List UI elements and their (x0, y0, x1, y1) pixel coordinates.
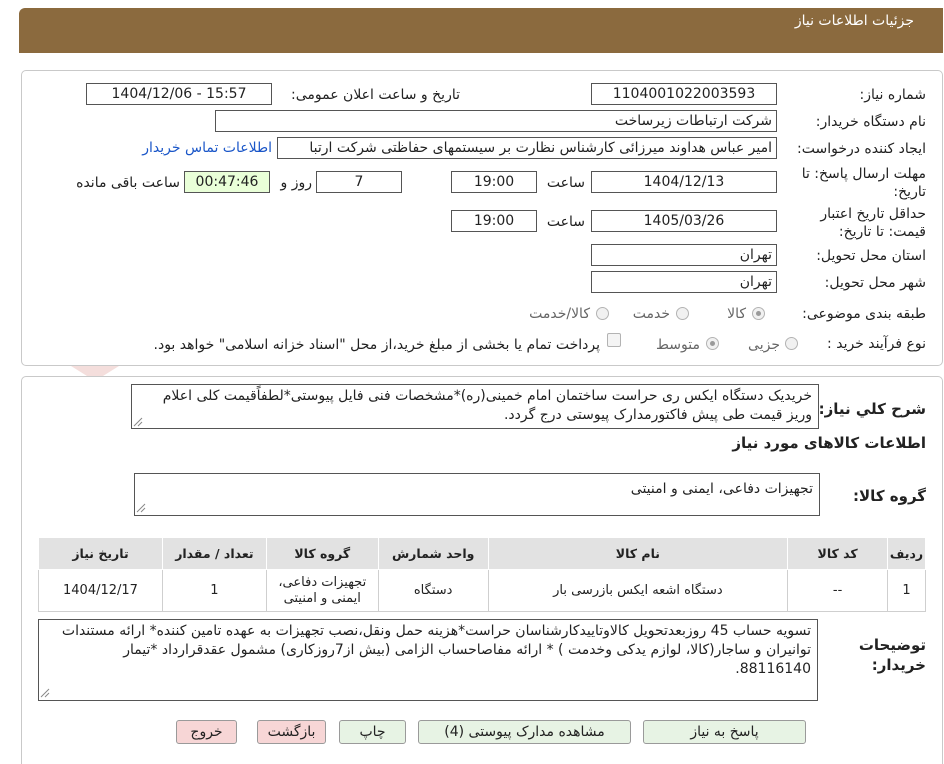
cell-qty: 1 (161, 569, 267, 612)
goods-group-resize-grip-icon[interactable] (136, 503, 146, 513)
category-label: طبقه بندی موضوعی: (802, 306, 926, 322)
process-minor-radio[interactable] (785, 337, 798, 350)
items-table: ردیف کد کالا نام کالا واحد شمارش گروه کا… (38, 537, 926, 612)
items-table-header-row: ردیف کد کالا نام کالا واحد شمارش گروه کا… (38, 537, 926, 570)
treasury-payment-note: پرداخت تمام یا بخشی از مبلغ خرید،از محل … (153, 337, 600, 353)
exit-button[interactable]: خروج (176, 720, 237, 744)
remaining-time-label: ساعت باقی مانده (76, 175, 180, 191)
category-goods-radio[interactable] (752, 307, 765, 320)
deadline-label-line2: تاریخ: (893, 184, 926, 200)
remaining-time-field: 00:47:46 (184, 171, 270, 193)
city-label: شهر محل تحویل: (824, 275, 926, 291)
col-header-qty: تعداد / مقدار (161, 537, 267, 570)
province-label: استان محل تحویل: (816, 248, 926, 264)
treasury-payment-checkbox[interactable] (607, 333, 621, 347)
price-validity-time-label: ساعت (546, 214, 585, 230)
cell-group-line2: ایمنی و امنیتی (283, 590, 361, 606)
announce-field: 1404/12/06 - 15:57 (86, 83, 272, 105)
view-attachments-button[interactable]: مشاهده مدارک پیوستی (4) (418, 720, 631, 744)
need-number-field: 1104001022003593 (591, 83, 777, 105)
page-title: جزئيات اطلاعات نياز (794, 13, 914, 29)
print-button[interactable]: چاپ (339, 720, 406, 744)
price-validity-label-line1: حداقل تاریخ اعتبار (820, 206, 926, 222)
price-validity-date-field: 1405/03/26 (591, 210, 777, 232)
requester-field: امیر عباس هداوند میرزائی کارشناس نظارت ب… (277, 137, 777, 159)
category-both-label: کالا/خدمت (529, 306, 590, 322)
cell-date: 1404/12/17 (38, 569, 163, 612)
process-minor-label: جزیی (748, 337, 780, 353)
back-button[interactable]: بازگشت (257, 720, 326, 744)
process-label: نوع فرآیند خرید : (827, 336, 926, 352)
col-header-group: گروه کالا (265, 537, 379, 570)
goods-group-textarea: تجهیزات دفاعی، ایمنی و امنیتی (134, 473, 820, 516)
col-header-unit: واحد شمارش (377, 537, 489, 570)
summary-textarea: خریدیک دستگاه ایکس ری حراست ساختمان امام… (131, 384, 819, 429)
deadline-time-label: ساعت (546, 175, 585, 191)
category-both-radio[interactable] (596, 307, 609, 320)
category-service-label: خدمت (632, 306, 670, 322)
category-goods-label: کالا (727, 306, 746, 322)
col-header-code: کد کالا (787, 537, 889, 570)
deadline-date-field: 1404/12/13 (591, 171, 777, 193)
process-medium-label: متوسط (656, 337, 700, 353)
cell-row-number: 1 (887, 569, 926, 612)
deadline-label-line1: مهلت ارسال پاسخ: تا (801, 166, 926, 182)
buyer-notes-textarea: تسویه حساب 45 روزبعدتحویل کالاوتاییدکارش… (38, 619, 818, 701)
price-validity-label-line2: قیمت: تا تاریخ: (838, 224, 926, 240)
province-field: تهران (591, 244, 777, 266)
deadline-time-field: 19:00 (451, 171, 537, 193)
days-field: 7 (316, 171, 402, 193)
cell-unit: دستگاه (377, 569, 489, 612)
price-validity-time-field: 19:00 (451, 210, 537, 232)
process-medium-radio[interactable] (706, 337, 719, 350)
cell-code: -- (787, 569, 889, 612)
buyer-org-field: شرکت ارتباطات زیرساخت (215, 110, 777, 132)
goods-group-label: گروه کالا: (853, 487, 926, 505)
col-header-date: تاریخ نیاز (38, 537, 163, 570)
need-number-label: شماره نیاز: (859, 87, 927, 103)
cell-group: تجهیزات دفاعی، ایمنی و امنیتی (265, 569, 379, 612)
announce-label: تاریخ و ساعت اعلان عمومی: (291, 87, 460, 103)
category-service-radio[interactable] (676, 307, 689, 320)
buyer-notes-resize-grip-icon[interactable] (40, 688, 50, 698)
requester-label: ایجاد کننده درخواست: (797, 141, 926, 157)
summary-resize-grip-icon[interactable] (133, 417, 143, 427)
table-row: 1 -- دستگاه اشعه ایکس بازرسی بار دستگاه … (38, 569, 926, 612)
goods-info-title: اطلاعات کالاهای مورد نیاز (732, 434, 926, 452)
cell-group-line1: تجهیزات دفاعی، (278, 574, 367, 590)
reply-button[interactable]: پاسخ به نیاز (643, 720, 806, 744)
col-header-row-number: ردیف (887, 537, 926, 570)
buyer-org-label: نام دستگاه خریدار: (815, 114, 926, 130)
cell-name: دستگاه اشعه ایکس بازرسی بار (487, 569, 789, 612)
buyer-notes-label-line2: خریدار: (871, 656, 926, 674)
buyer-notes-label-line1: توضیحات (858, 636, 926, 654)
city-field: تهران (591, 271, 777, 293)
col-header-name: نام کالا (487, 537, 789, 570)
summary-label: شرح کلي نياز: (818, 400, 926, 418)
buyer-contact-link[interactable]: اطلاعات تماس خریدار (140, 140, 272, 156)
